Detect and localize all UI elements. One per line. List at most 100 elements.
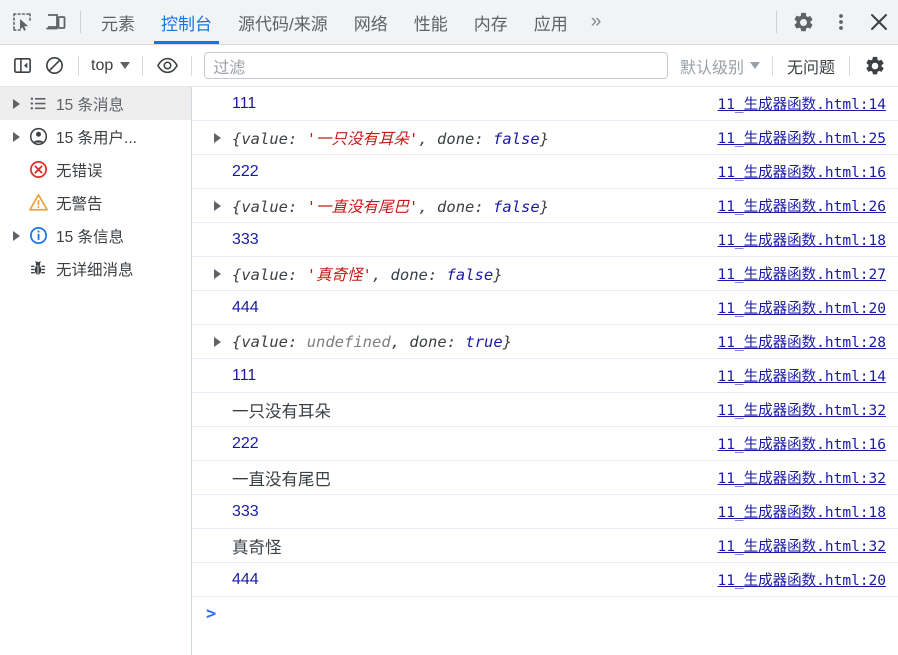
source-link[interactable]: 11_生成器函数.html:32 [705,399,886,420]
console-message-row[interactable]: 一只没有耳朵 11_生成器函数.html:32 [192,393,898,427]
execution-context-selector[interactable]: top [87,57,134,75]
tab-memory[interactable]: 内存 [461,0,521,44]
console-message-row[interactable]: {value: undefined, done: true} 11_生成器函数.h… [192,325,898,359]
console-message-row[interactable]: 真奇怪 11_生成器函数.html:32 [192,529,898,563]
prompt-chevron-icon: > [206,604,217,624]
source-link[interactable]: 11_生成器函数.html:27 [705,263,886,284]
expand-triangle-icon[interactable] [8,230,24,241]
sidebar-item-warnings[interactable]: 无警告 [0,186,191,219]
expand-triangle-icon[interactable] [214,336,232,347]
console-prompt[interactable]: > [192,597,898,631]
tab-console[interactable]: 控制台 [148,0,225,44]
source-link[interactable]: 11_生成器函数.html:32 [705,467,886,488]
console-message-row[interactable]: {value: '真奇怪', done: false} 11_生成器函数.html… [192,257,898,291]
object-token: : [288,332,307,351]
clear-console-icon[interactable] [38,51,70,81]
more-tabs-button[interactable]: » [581,0,610,44]
log-level-selector[interactable]: 默认级别 [676,54,764,78]
console-message-text: 222 [232,434,259,452]
console-message-row[interactable]: 222 11_生成器函数.html:16 [192,427,898,461]
filterbar-divider-3 [191,55,193,76]
object-token: { [232,197,242,216]
tab-performance[interactable]: 性能 [401,0,461,44]
tab-sources[interactable]: 源代码/来源 [225,0,341,44]
log-level-label: 默认级别 [679,59,744,77]
object-token: : [474,197,494,216]
console-message-row[interactable]: 333 11_生成器函数.html:18 [192,223,898,257]
expand-triangle-icon[interactable] [214,200,232,211]
chevron-down-icon [749,62,760,69]
sidebar-item-label: 15 条消息 [56,96,125,114]
object-token: { [232,332,242,351]
object-token: undefined [306,332,391,351]
console-message-row[interactable]: {value: '一只没有耳朵', done: false} 11_生成器函数.h… [192,121,898,155]
console-message-text: 222 [232,162,259,180]
object-token: false [493,197,540,216]
sidebar-item-verbose[interactable]: 无详细消息 [0,252,191,285]
expand-triangle-icon[interactable] [214,132,232,143]
object-token: value [241,332,289,351]
console-message-row[interactable]: 444 11_生成器函数.html:20 [192,291,898,325]
object-token: '一只没有耳朵' [306,129,419,148]
source-link[interactable]: 11_生成器函数.html:16 [705,433,886,454]
sidebar-item-errors[interactable]: 无错误 [0,153,191,186]
source-link[interactable]: 11_生成器函数.html:32 [705,535,886,556]
sidebar-item-messages[interactable]: 15 条消息 [0,87,191,120]
tab-elements[interactable]: 元素 [88,0,148,44]
device-toolbar-icon[interactable] [39,0,73,44]
tab-label: 性能 [413,14,448,34]
console-message-row[interactable]: 一直没有尾巴 11_生成器函数.html:32 [192,461,898,495]
sidebar-item-label: 无警告 [56,195,103,213]
sidebar-panel-icon[interactable] [6,51,38,81]
object-token: : [427,265,447,284]
expand-triangle-icon[interactable] [214,268,232,279]
console-settings-gear-icon[interactable] [858,55,892,77]
kebab-menu-icon[interactable] [822,11,860,33]
console-message-row[interactable]: {value: '一直没有尾巴', done: false} 11_生成器函数.h… [192,189,898,223]
sidebar-item-user-messages[interactable]: 15 条用户... [0,120,191,153]
tab-label: 网络 [353,14,388,34]
devtools-window: 元素 控制台 源代码/来源 网络 性能 内存 应用 » top 过滤 默认级别 … [0,0,898,655]
filter-placeholder: 过滤 [213,59,246,77]
console-message-row[interactable]: 111 11_生成器函数.html:14 [192,87,898,121]
tabbar-actions [769,0,898,44]
source-link[interactable]: 11_生成器函数.html:18 [705,501,886,522]
source-link[interactable]: 11_生成器函数.html:20 [705,569,886,590]
devtools-tabbar: 元素 控制台 源代码/来源 网络 性能 内存 应用 » [0,0,898,45]
object-token: '真奇怪' [306,265,372,284]
object-token: } [493,265,503,284]
inspect-cursor-icon[interactable] [5,0,39,44]
source-link[interactable]: 11_生成器函数.html:25 [705,127,886,148]
console-empty-area[interactable] [192,631,898,655]
object-token: value [241,197,289,216]
object-token: value [241,129,289,148]
tab-network[interactable]: 网络 [341,0,401,44]
object-token: } [539,129,550,148]
chevron-double-right-icon: » [590,11,601,32]
expand-triangle-icon[interactable] [8,131,24,142]
console-message-row[interactable]: 111 11_生成器函数.html:14 [192,359,898,393]
expand-triangle-icon[interactable] [8,98,24,109]
console-message-row[interactable]: 222 11_生成器函数.html:16 [192,155,898,189]
source-link[interactable]: 11_生成器函数.html:14 [705,365,886,386]
object-token: done [437,197,475,216]
tab-application[interactable]: 应用 [521,0,581,44]
close-icon[interactable] [860,11,898,33]
live-expression-eye-icon[interactable] [151,51,183,81]
source-link[interactable]: 11_生成器函数.html:14 [705,93,886,114]
console-message-row[interactable]: 333 11_生成器函数.html:18 [192,495,898,529]
tabbar-divider [80,11,81,33]
filterbar-divider-1 [78,55,79,76]
issues-status[interactable]: 无问题 [781,54,841,78]
sidebar-item-info[interactable]: 15 条信息 [0,219,191,252]
source-link[interactable]: 11_生成器函数.html:26 [705,195,886,216]
filter-input[interactable]: 过滤 [204,52,668,79]
source-link[interactable]: 11_生成器函数.html:18 [705,229,886,250]
console-message-text: {value: '一只没有耳朵', done: false} [232,127,705,149]
source-link[interactable]: 11_生成器函数.html:16 [705,161,886,182]
console-message-row[interactable]: 444 11_生成器函数.html:20 [192,563,898,597]
gear-icon[interactable] [784,11,822,34]
console-messages-container: 111 11_生成器函数.html:14 {value: '一只没有耳朵', don… [192,87,898,597]
source-link[interactable]: 11_生成器函数.html:28 [705,331,886,352]
source-link[interactable]: 11_生成器函数.html:20 [705,297,886,318]
